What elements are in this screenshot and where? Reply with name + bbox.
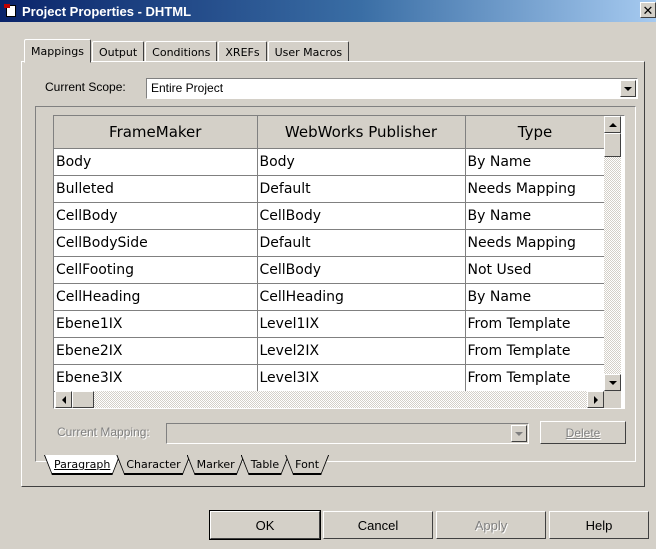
arrow-right-icon bbox=[593, 395, 598, 404]
tab-font-label: Font bbox=[295, 458, 320, 471]
cell-framemaker[interactable]: CellBodySide bbox=[54, 229, 258, 257]
cell-type: Needs Mapping bbox=[465, 175, 606, 203]
tab-marker-label: Marker bbox=[196, 458, 235, 471]
close-icon: ✕ bbox=[642, 2, 654, 18]
cell-type: Needs Mapping bbox=[465, 229, 606, 257]
cell-webworks[interactable]: Level1IX bbox=[257, 310, 466, 338]
tab-character-label: Character bbox=[126, 458, 181, 471]
cell-webworks[interactable]: Level2IX bbox=[257, 337, 466, 365]
tab-user-macros[interactable]: User Macros bbox=[267, 41, 350, 62]
tab-font[interactable]: Font bbox=[285, 455, 329, 475]
cell-webworks[interactable]: CellHeading bbox=[257, 283, 466, 311]
window-title: Project Properties - DHTML bbox=[22, 3, 192, 19]
horizontal-scrollbar[interactable] bbox=[55, 391, 604, 408]
table-row[interactable]: Ebene2IX Level2IX From Template bbox=[54, 337, 606, 365]
table-row[interactable]: CellHeading CellHeading By Name bbox=[54, 283, 606, 311]
cell-framemaker[interactable]: Body bbox=[54, 148, 258, 176]
table-row[interactable]: CellBody CellBody By Name bbox=[54, 202, 606, 230]
table-row[interactable]: Ebene1IX Level1IX From Template bbox=[54, 310, 606, 338]
tab-marker[interactable]: Marker bbox=[187, 455, 245, 475]
tab-xrefs[interactable]: XREFs bbox=[218, 41, 267, 62]
horizontal-scroll-thumb[interactable] bbox=[72, 391, 94, 408]
vertical-scroll-thumb[interactable] bbox=[604, 133, 621, 157]
scroll-left-button[interactable] bbox=[55, 391, 72, 408]
cancel-button[interactable]: Cancel bbox=[323, 511, 433, 539]
current-scope-label: Current Scope: bbox=[45, 80, 126, 94]
cell-framemaker[interactable]: Bulleted bbox=[54, 175, 258, 203]
arrow-left-icon bbox=[61, 395, 66, 404]
help-button[interactable]: Help bbox=[549, 511, 649, 539]
tab-character[interactable]: Character bbox=[116, 455, 190, 475]
table-row[interactable]: CellFooting CellBody Not Used bbox=[54, 256, 606, 284]
mapping-dropdown-button bbox=[511, 425, 527, 442]
cell-webworks[interactable]: Default bbox=[257, 175, 466, 203]
column-header-framemaker[interactable]: FrameMaker bbox=[54, 116, 258, 149]
cell-type: By Name bbox=[465, 148, 606, 176]
scope-dropdown-button[interactable] bbox=[620, 80, 636, 97]
cell-framemaker[interactable]: Ebene3IX bbox=[54, 364, 258, 392]
delete-button: Delete bbox=[540, 421, 626, 444]
scroll-right-button[interactable] bbox=[587, 391, 604, 408]
cell-type: Not Used bbox=[465, 256, 606, 284]
arrow-down-icon bbox=[608, 380, 617, 385]
ok-button[interactable]: OK bbox=[209, 510, 321, 540]
cell-type: From Template bbox=[465, 337, 606, 365]
tab-paragraph-label: Paragraph bbox=[54, 458, 111, 471]
current-scope-select[interactable]: Entire Project bbox=[146, 78, 638, 99]
cell-framemaker[interactable]: CellBody bbox=[54, 202, 258, 230]
mapping-grid[interactable]: FrameMaker WebWorks Publisher Type Body B… bbox=[53, 115, 625, 409]
chevron-down-icon bbox=[624, 86, 632, 91]
tab-strip: Mappings Output Conditions XREFs User Ma… bbox=[24, 39, 350, 63]
cell-framemaker[interactable]: CellHeading bbox=[54, 283, 258, 311]
cell-type: From Template bbox=[465, 310, 606, 338]
cell-webworks[interactable]: Default bbox=[257, 229, 466, 257]
chevron-down-icon bbox=[515, 431, 523, 436]
cell-webworks[interactable]: Body bbox=[257, 148, 466, 176]
title-bar: Project Properties - DHTML ✕ bbox=[0, 0, 656, 22]
tab-mappings[interactable]: Mappings bbox=[24, 39, 91, 63]
cell-framemaker[interactable]: Ebene1IX bbox=[54, 310, 258, 338]
vertical-scrollbar[interactable] bbox=[604, 116, 621, 391]
arrow-up-icon bbox=[608, 122, 617, 127]
scroll-down-button[interactable] bbox=[604, 374, 621, 391]
tab-table-label: Table bbox=[250, 458, 280, 471]
table-row[interactable]: Ebene3IX Level3IX From Template bbox=[54, 364, 606, 392]
tab-paragraph[interactable]: Paragraph bbox=[44, 455, 120, 475]
cell-framemaker[interactable]: Ebene2IX bbox=[54, 337, 258, 365]
table-row[interactable]: Body Body By Name bbox=[54, 148, 606, 176]
cell-webworks[interactable]: CellBody bbox=[257, 256, 466, 284]
apply-button: Apply bbox=[436, 511, 546, 539]
cell-webworks[interactable]: Level3IX bbox=[257, 364, 466, 392]
scroll-corner bbox=[604, 391, 621, 408]
tab-output[interactable]: Output bbox=[91, 41, 145, 62]
tab-table[interactable]: Table bbox=[241, 455, 289, 475]
current-scope-value: Entire Project bbox=[151, 81, 224, 95]
scroll-up-button[interactable] bbox=[604, 116, 621, 133]
column-header-type[interactable]: Type bbox=[465, 116, 606, 149]
current-mapping-select bbox=[166, 423, 529, 444]
current-mapping-label: Current Mapping: bbox=[57, 425, 150, 439]
close-button[interactable]: ✕ bbox=[640, 2, 656, 18]
table-row[interactable]: Bulleted Default Needs Mapping bbox=[54, 175, 606, 203]
table-row[interactable]: CellBodySide Default Needs Mapping bbox=[54, 229, 606, 257]
cell-type: From Template bbox=[465, 364, 606, 392]
cell-type: By Name bbox=[465, 202, 606, 230]
cell-type: By Name bbox=[465, 283, 606, 311]
bottom-tab-strip: Paragraph Character Marker Table Font bbox=[44, 455, 325, 477]
column-header-webworks[interactable]: WebWorks Publisher bbox=[257, 116, 466, 149]
tab-conditions[interactable]: Conditions bbox=[145, 41, 218, 62]
app-icon bbox=[4, 4, 18, 18]
cell-framemaker[interactable]: CellFooting bbox=[54, 256, 258, 284]
cell-webworks[interactable]: CellBody bbox=[257, 202, 466, 230]
